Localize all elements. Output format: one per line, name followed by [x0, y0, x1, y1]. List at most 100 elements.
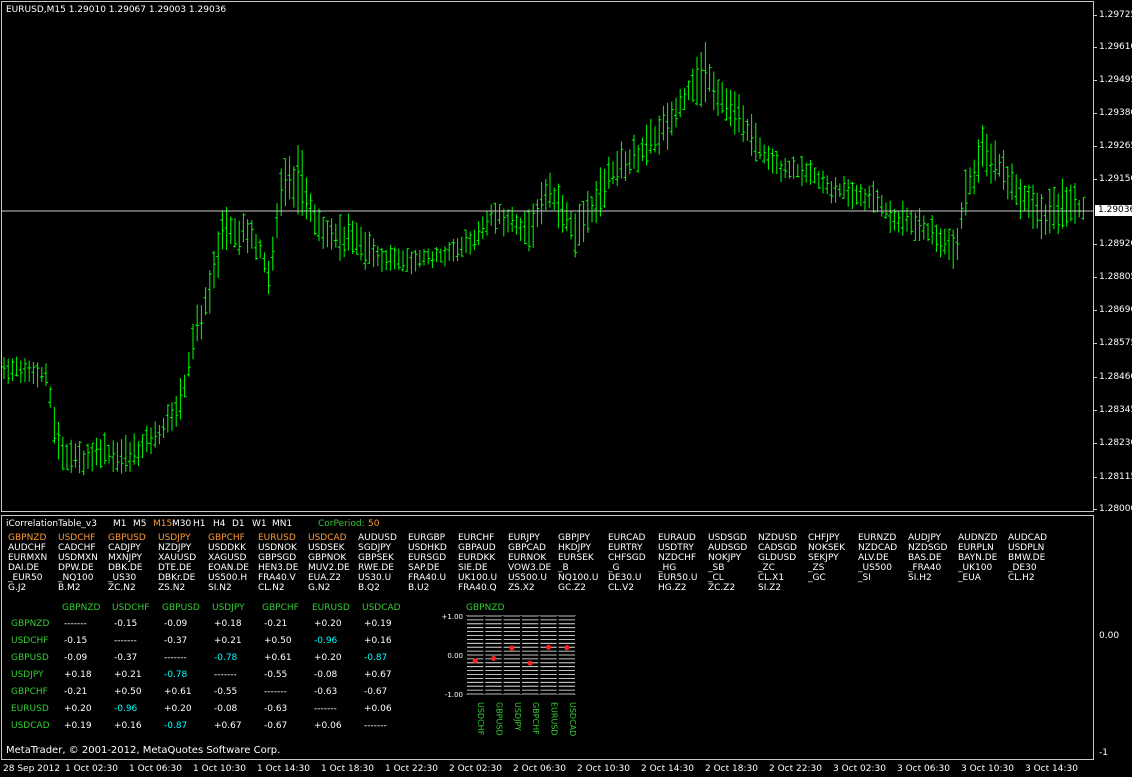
- symbol-item[interactable]: HG.Z2: [658, 583, 687, 593]
- symbol-item[interactable]: EURMXN: [8, 553, 47, 563]
- timeframe-mn1[interactable]: MN1: [272, 519, 292, 530]
- symbol-item[interactable]: BAYN.DE: [958, 553, 997, 563]
- symbol-head[interactable]: AUDUSD: [358, 533, 397, 543]
- symbol-item[interactable]: NZDCAD: [858, 543, 897, 553]
- symbol-item[interactable]: VOW3.DE: [508, 563, 551, 573]
- symbol-item[interactable]: EURSGD: [408, 553, 446, 563]
- symbol-item[interactable]: USDTRY: [658, 543, 694, 553]
- symbol-head[interactable]: EURCAD: [608, 533, 645, 543]
- symbol-item[interactable]: GBPAUD: [458, 543, 496, 553]
- symbol-item[interactable]: EURPLN: [958, 543, 994, 553]
- symbol-item[interactable]: NQ100.U: [558, 573, 598, 583]
- symbol-head[interactable]: CHFJPY: [808, 533, 840, 543]
- symbol-item[interactable]: _EUA: [958, 573, 981, 583]
- symbol-item[interactable]: SIE.DE: [458, 563, 488, 573]
- symbol-item[interactable]: MUV2.DE: [308, 563, 350, 573]
- symbol-item[interactable]: CHFSGD: [608, 553, 646, 563]
- symbol-item[interactable]: EURSEK: [558, 553, 594, 563]
- symbol-item[interactable]: GLDUSD: [758, 553, 796, 563]
- symbol-item[interactable]: DBK.DE: [108, 563, 142, 573]
- symbol-item[interactable]: G.J2: [8, 583, 26, 593]
- symbol-item[interactable]: USDPLN: [1008, 543, 1044, 553]
- symbol-item[interactable]: CL.H2: [1008, 573, 1035, 583]
- symbol-item[interactable]: US30.U: [358, 573, 391, 583]
- symbol-item[interactable]: BAS.DE: [908, 553, 942, 563]
- timeframe-m15[interactable]: M15: [153, 519, 172, 530]
- symbol-item[interactable]: USDSEK: [308, 543, 345, 553]
- symbol-head[interactable]: EURNZD: [858, 533, 896, 543]
- symbol-item[interactable]: CL.N2: [258, 583, 285, 593]
- symbol-item[interactable]: B.M2: [58, 583, 81, 593]
- symbol-item[interactable]: _SB: [708, 563, 724, 573]
- symbol-item[interactable]: AUDCHF: [8, 543, 46, 553]
- symbol-item[interactable]: CADCHF: [58, 543, 96, 553]
- timeframe-m30[interactable]: M30: [172, 519, 191, 530]
- symbol-item[interactable]: US500.U: [508, 573, 547, 583]
- symbol-item[interactable]: NZDCHF: [658, 553, 696, 563]
- symbol-item[interactable]: EURTRY: [608, 543, 643, 553]
- symbol-head[interactable]: GBPUSD: [108, 533, 146, 543]
- symbol-item[interactable]: _UK100: [958, 563, 992, 573]
- symbol-item[interactable]: SAP.DE: [408, 563, 440, 573]
- symbol-item[interactable]: B.Q2: [358, 583, 380, 593]
- symbol-item[interactable]: USDHKD: [408, 543, 447, 553]
- symbol-item[interactable]: GBPSEK: [358, 553, 394, 563]
- symbol-head[interactable]: EURGBP: [408, 533, 445, 543]
- symbol-head[interactable]: USDCHF: [58, 533, 95, 543]
- symbol-item[interactable]: RWE.DE: [358, 563, 394, 573]
- symbol-head[interactable]: AUDNZD: [958, 533, 998, 543]
- symbol-item[interactable]: _HG: [658, 563, 676, 573]
- symbol-item[interactable]: DPW.DE: [58, 563, 94, 573]
- symbol-item[interactable]: NOKJPY: [708, 553, 741, 563]
- timeframe-w1[interactable]: W1: [252, 519, 267, 530]
- symbol-item[interactable]: GBPSGD: [258, 553, 296, 563]
- symbol-item[interactable]: SI.H2: [908, 573, 932, 583]
- symbol-item[interactable]: CADJPY: [108, 543, 141, 553]
- symbol-item[interactable]: USDMXN: [58, 553, 98, 563]
- symbol-head[interactable]: GBPJPY: [558, 533, 590, 543]
- symbol-item[interactable]: CL.X1: [758, 573, 784, 583]
- symbol-head[interactable]: EURJPY: [508, 533, 540, 543]
- symbol-item[interactable]: EOAN.DE: [208, 563, 249, 573]
- symbol-item[interactable]: MXNJPY: [108, 553, 142, 563]
- symbol-item[interactable]: NZDJPY: [158, 543, 191, 553]
- symbol-item[interactable]: _US30: [108, 573, 136, 583]
- symbol-item[interactable]: EURDKK: [458, 553, 495, 563]
- symbol-item[interactable]: NOKSEK: [808, 543, 845, 553]
- symbol-item[interactable]: FRA40.Q: [458, 583, 497, 593]
- symbol-item[interactable]: _DE30: [1008, 563, 1037, 573]
- symbol-item[interactable]: USDNOK: [258, 543, 297, 553]
- symbol-head[interactable]: AUDJPY: [908, 533, 941, 543]
- symbol-head[interactable]: GBPNZD: [8, 533, 46, 543]
- symbol-item[interactable]: _US500: [858, 563, 892, 573]
- symbol-item[interactable]: XAUUSD: [158, 553, 196, 563]
- symbol-head[interactable]: AUDCAD: [1008, 533, 1047, 543]
- symbol-item[interactable]: ZC.N2: [108, 583, 136, 593]
- symbol-item[interactable]: ZC.Z2: [708, 583, 735, 593]
- symbol-head[interactable]: USDCAD: [308, 533, 347, 543]
- symbol-item[interactable]: SI.Z2: [758, 583, 781, 593]
- symbol-item[interactable]: AUDSGD: [708, 543, 747, 553]
- symbol-item[interactable]: SGDJPY: [358, 543, 391, 553]
- symbol-item[interactable]: DE30.U: [608, 573, 642, 583]
- timeframe-m5[interactable]: M5: [133, 519, 147, 530]
- price-chart[interactable]: [1, 1, 1094, 512]
- symbol-item[interactable]: _ZS: [808, 563, 824, 573]
- symbol-item[interactable]: ZS.N2: [158, 583, 185, 593]
- timeframe-m1[interactable]: M1: [113, 519, 127, 530]
- symbol-item[interactable]: HEN3.DE: [258, 563, 298, 573]
- symbol-item[interactable]: DAI.DE: [8, 563, 39, 573]
- symbol-item[interactable]: DTE.DE: [158, 563, 192, 573]
- symbol-item[interactable]: FRA40.V: [258, 573, 296, 583]
- symbol-item[interactable]: USDDKK: [208, 543, 246, 553]
- symbol-item[interactable]: _G: [608, 563, 619, 573]
- symbol-item[interactable]: _ZC: [758, 563, 775, 573]
- symbol-head[interactable]: EURAUD: [658, 533, 696, 543]
- timeframe-h4[interactable]: H4: [213, 519, 226, 530]
- symbol-item[interactable]: _B: [558, 563, 569, 573]
- timeframe-d1[interactable]: D1: [232, 519, 245, 530]
- symbol-item[interactable]: CADSGD: [758, 543, 797, 553]
- symbol-item[interactable]: _FRA40: [908, 563, 941, 573]
- symbol-item[interactable]: _EUR50: [8, 573, 42, 583]
- symbol-item[interactable]: ALV.DE: [858, 553, 889, 563]
